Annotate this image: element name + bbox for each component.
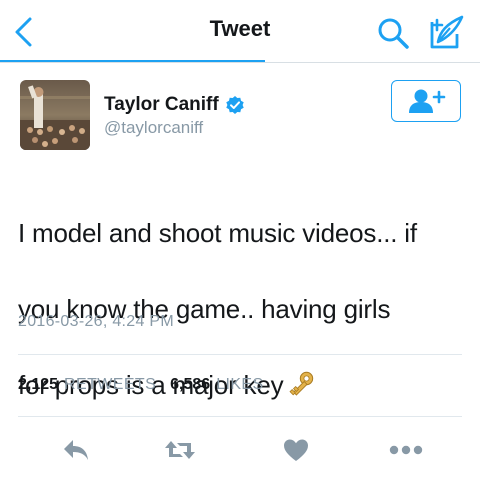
compose-tweet-button[interactable] xyxy=(428,14,466,50)
search-icon xyxy=(378,18,409,49)
retweet-icon xyxy=(165,441,195,459)
author-name-row[interactable]: Taylor Caniff xyxy=(104,94,245,116)
more-dots-icon xyxy=(389,445,423,455)
retweets-label: RETWEETS xyxy=(64,376,157,393)
reply-button[interactable] xyxy=(56,430,96,470)
like-button[interactable] xyxy=(276,430,316,470)
avatar-photo xyxy=(20,80,90,150)
add-user-icon xyxy=(409,89,446,113)
navigation-bar: Tweet xyxy=(0,0,480,63)
divider xyxy=(18,416,462,417)
follow-button[interactable] xyxy=(391,80,461,122)
retweets-stat[interactable]: 2,125 RETWEETS xyxy=(18,376,156,394)
divider xyxy=(18,354,462,355)
tweet-timestamp: 2016-03-26, 4:24 PM xyxy=(18,313,175,330)
engagement-stats: 2,125 RETWEETS 6,586 LIKES xyxy=(18,376,264,394)
verified-badge-icon xyxy=(226,96,244,114)
tweet-text: I model and shoot music videos... if you… xyxy=(18,176,470,442)
tweet-line: I model and shoot music videos... if xyxy=(18,218,417,248)
reply-icon xyxy=(64,440,88,460)
avatar[interactable] xyxy=(20,80,90,150)
likes-label: LIKES xyxy=(216,376,264,393)
tweet-action-bar xyxy=(0,430,480,470)
author-handle[interactable]: @taylorcaniff xyxy=(104,118,203,138)
display-name: Taylor Caniff xyxy=(104,94,219,115)
search-button[interactable] xyxy=(376,16,410,50)
key-emoji-icon xyxy=(289,371,314,396)
likes-count: 6,586 xyxy=(170,376,211,393)
retweet-button[interactable] xyxy=(160,430,200,470)
compose-tweet-icon xyxy=(430,15,464,49)
nav-divider xyxy=(0,62,480,63)
likes-stat[interactable]: 6,586 LIKES xyxy=(170,376,263,394)
heart-icon xyxy=(284,439,308,461)
retweets-count: 2,125 xyxy=(18,376,59,393)
more-button[interactable] xyxy=(386,430,426,470)
